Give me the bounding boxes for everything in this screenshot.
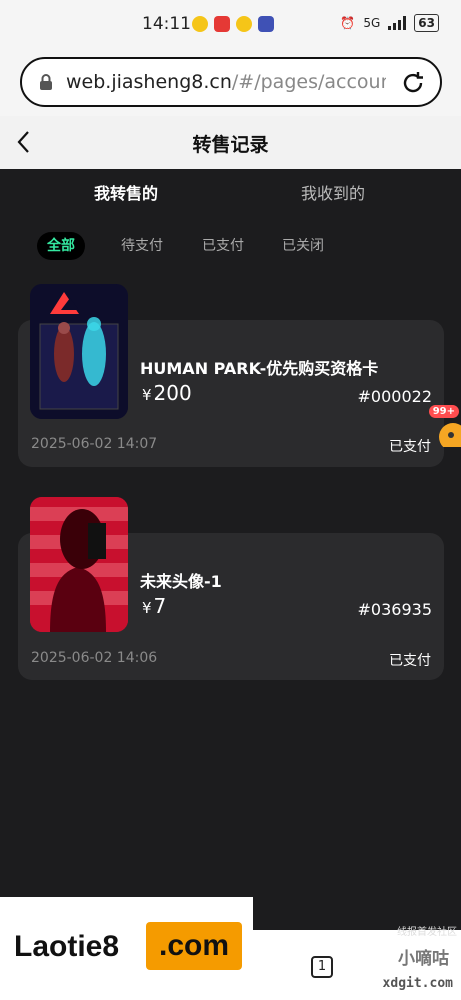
watermark-site-name: 小嘀咕 bbox=[398, 949, 449, 969]
tab-received[interactable]: 我收到的 bbox=[301, 180, 365, 204]
url-path: /#/pages/account/g bbox=[231, 71, 386, 93]
figure-image bbox=[30, 284, 128, 419]
record-date: 2025-06-02 14:07 bbox=[31, 436, 158, 452]
watermark-com: .com bbox=[146, 922, 242, 970]
currency-symbol: ¥ bbox=[142, 599, 152, 617]
tabs-count-button[interactable]: 1 bbox=[311, 956, 333, 978]
signal-icon bbox=[388, 16, 407, 30]
address-bar[interactable]: web.jiasheng8.cn/#/pages/account/g bbox=[20, 57, 442, 107]
product-image bbox=[30, 284, 128, 419]
record-serial: #000022 bbox=[357, 387, 432, 406]
app-icon bbox=[214, 16, 230, 32]
weibo-icon bbox=[192, 16, 208, 32]
record-price: ¥200 bbox=[142, 381, 192, 405]
lock-icon bbox=[40, 74, 52, 90]
product-image bbox=[30, 497, 128, 632]
status-right: ⏰ 5G 63 bbox=[340, 14, 439, 32]
reload-icon[interactable] bbox=[400, 70, 426, 96]
currency-symbol: ¥ bbox=[142, 386, 152, 404]
filter-bar: 全部 待支付 已支付 已关闭 bbox=[0, 232, 461, 262]
status-time: 14:11 bbox=[142, 14, 191, 34]
filter-all[interactable]: 全部 bbox=[37, 232, 85, 260]
price-value: 200 bbox=[153, 381, 192, 405]
price-value: 7 bbox=[153, 594, 167, 618]
record-serial: #036935 bbox=[357, 600, 432, 619]
record-date: 2025-06-02 14:06 bbox=[31, 650, 158, 666]
watermark-text: Laotie8 bbox=[14, 930, 120, 963]
status-bar: 14:11 ⏰ 5G 63 bbox=[0, 0, 461, 50]
page-header: 转售记录 bbox=[0, 116, 461, 169]
url-text[interactable]: web.jiasheng8.cn/#/pages/account/g bbox=[66, 71, 386, 93]
avatar-image bbox=[30, 497, 128, 632]
record-status: 已支付 bbox=[389, 439, 431, 455]
record-status: 已支付 bbox=[389, 653, 431, 669]
battery-icon: 63 bbox=[414, 14, 439, 32]
tab-my-resales[interactable]: 我转售的 bbox=[94, 180, 158, 204]
app-icon bbox=[258, 16, 274, 32]
watermark-site-url: xdgit.com bbox=[382, 976, 453, 991]
record-title: HUMAN PARK-优先购买资格卡 bbox=[140, 359, 379, 378]
alarm-icon: ⏰ bbox=[340, 16, 356, 30]
filter-paid[interactable]: 已支付 bbox=[202, 232, 244, 260]
browser-toolbar: web.jiasheng8.cn/#/pages/account/g bbox=[0, 50, 461, 116]
filter-pending-payment[interactable]: 待支付 bbox=[121, 232, 163, 260]
notification-badge: 99+ bbox=[428, 405, 459, 418]
record-title: 未来头像-1 bbox=[140, 572, 222, 591]
filter-closed[interactable]: 已关闭 bbox=[282, 232, 324, 260]
weibo-icon bbox=[236, 16, 252, 32]
tab-bar: 我转售的 我收到的 bbox=[0, 180, 461, 210]
record-price: ¥7 bbox=[142, 594, 166, 618]
watermark-corner-text: 线报首发社区 bbox=[397, 927, 457, 938]
page-title: 转售记录 bbox=[192, 134, 269, 156]
network-type: 5G bbox=[363, 16, 381, 30]
notification-icons bbox=[192, 16, 274, 32]
url-host: web.jiasheng8.cn bbox=[66, 71, 232, 93]
